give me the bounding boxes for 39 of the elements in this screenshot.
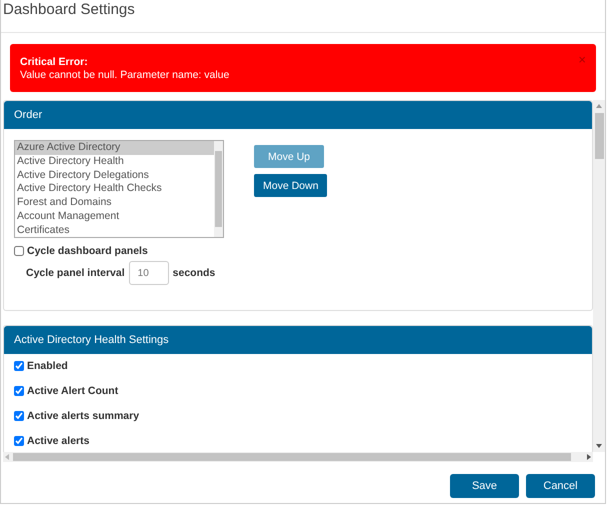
checkbox[interactable] — [14, 246, 24, 256]
list-item[interactable]: Active Directory Health Checks — [15, 182, 214, 196]
panel-title: Active Directory Health Settings — [14, 334, 169, 346]
error-message: Value cannot be null. Parameter name: value — [20, 69, 230, 82]
list-item[interactable]: Active Directory Health — [15, 154, 214, 169]
checkbox[interactable] — [14, 411, 24, 421]
list-item[interactable]: Azure Active Directory — [15, 141, 214, 155]
checkbox-label: Active alerts summary — [27, 410, 140, 422]
scrollbar-thumb[interactable] — [594, 113, 604, 159]
down-arrow-icon[interactable] — [595, 442, 603, 450]
left-arrow-icon[interactable] — [3, 453, 11, 461]
horizontal-scrollbar[interactable] — [3, 452, 593, 462]
panel-list[interactable]: Azure Active Directory Active Directory Health Active Directory Delegations Active Directory Health Checks Forest and Domains Account Management Certificates — [14, 140, 224, 238]
save-button[interactable]: Save — [450, 474, 519, 498]
right-arrow-icon[interactable] — [585, 453, 593, 461]
list-scrollbar[interactable] — [214, 141, 223, 237]
checkbox-label: Active alerts — [27, 435, 90, 447]
cancel-button[interactable]: Cancel — [526, 474, 595, 498]
checkbox[interactable] — [14, 436, 24, 446]
list-item[interactable]: Active Directory Delegations — [15, 168, 214, 182]
interval-field[interactable]: 10 — [128, 261, 169, 285]
vertical-scrollbar[interactable] — [593, 100, 605, 452]
error-heading: Critical Error: — [20, 56, 89, 69]
list-item[interactable]: Account Management — [15, 210, 214, 224]
up-arrow-icon[interactable] — [595, 102, 603, 110]
interval-label: Cycle panel interval — [26, 267, 125, 279]
scrollbar-thumb[interactable] — [215, 151, 222, 227]
checkbox[interactable] — [14, 386, 24, 396]
list-item[interactable]: Certificates — [15, 224, 214, 237]
checkbox-label: Cycle dashboard panels — [27, 245, 148, 257]
scrollbar-thumb[interactable] — [13, 453, 571, 461]
list-item[interactable]: Forest and Domains — [15, 196, 214, 210]
checkbox-label: Enabled — [27, 360, 68, 372]
unit-label: seconds — [172, 267, 216, 279]
checkbox-label: Active Alert Count — [27, 385, 118, 397]
panel-title: Order — [14, 109, 42, 121]
move-down-button[interactable]: Move Down — [254, 174, 328, 197]
checkbox[interactable] — [14, 361, 24, 371]
dialog-title: Dashboard Settings — [3, 0, 135, 20]
